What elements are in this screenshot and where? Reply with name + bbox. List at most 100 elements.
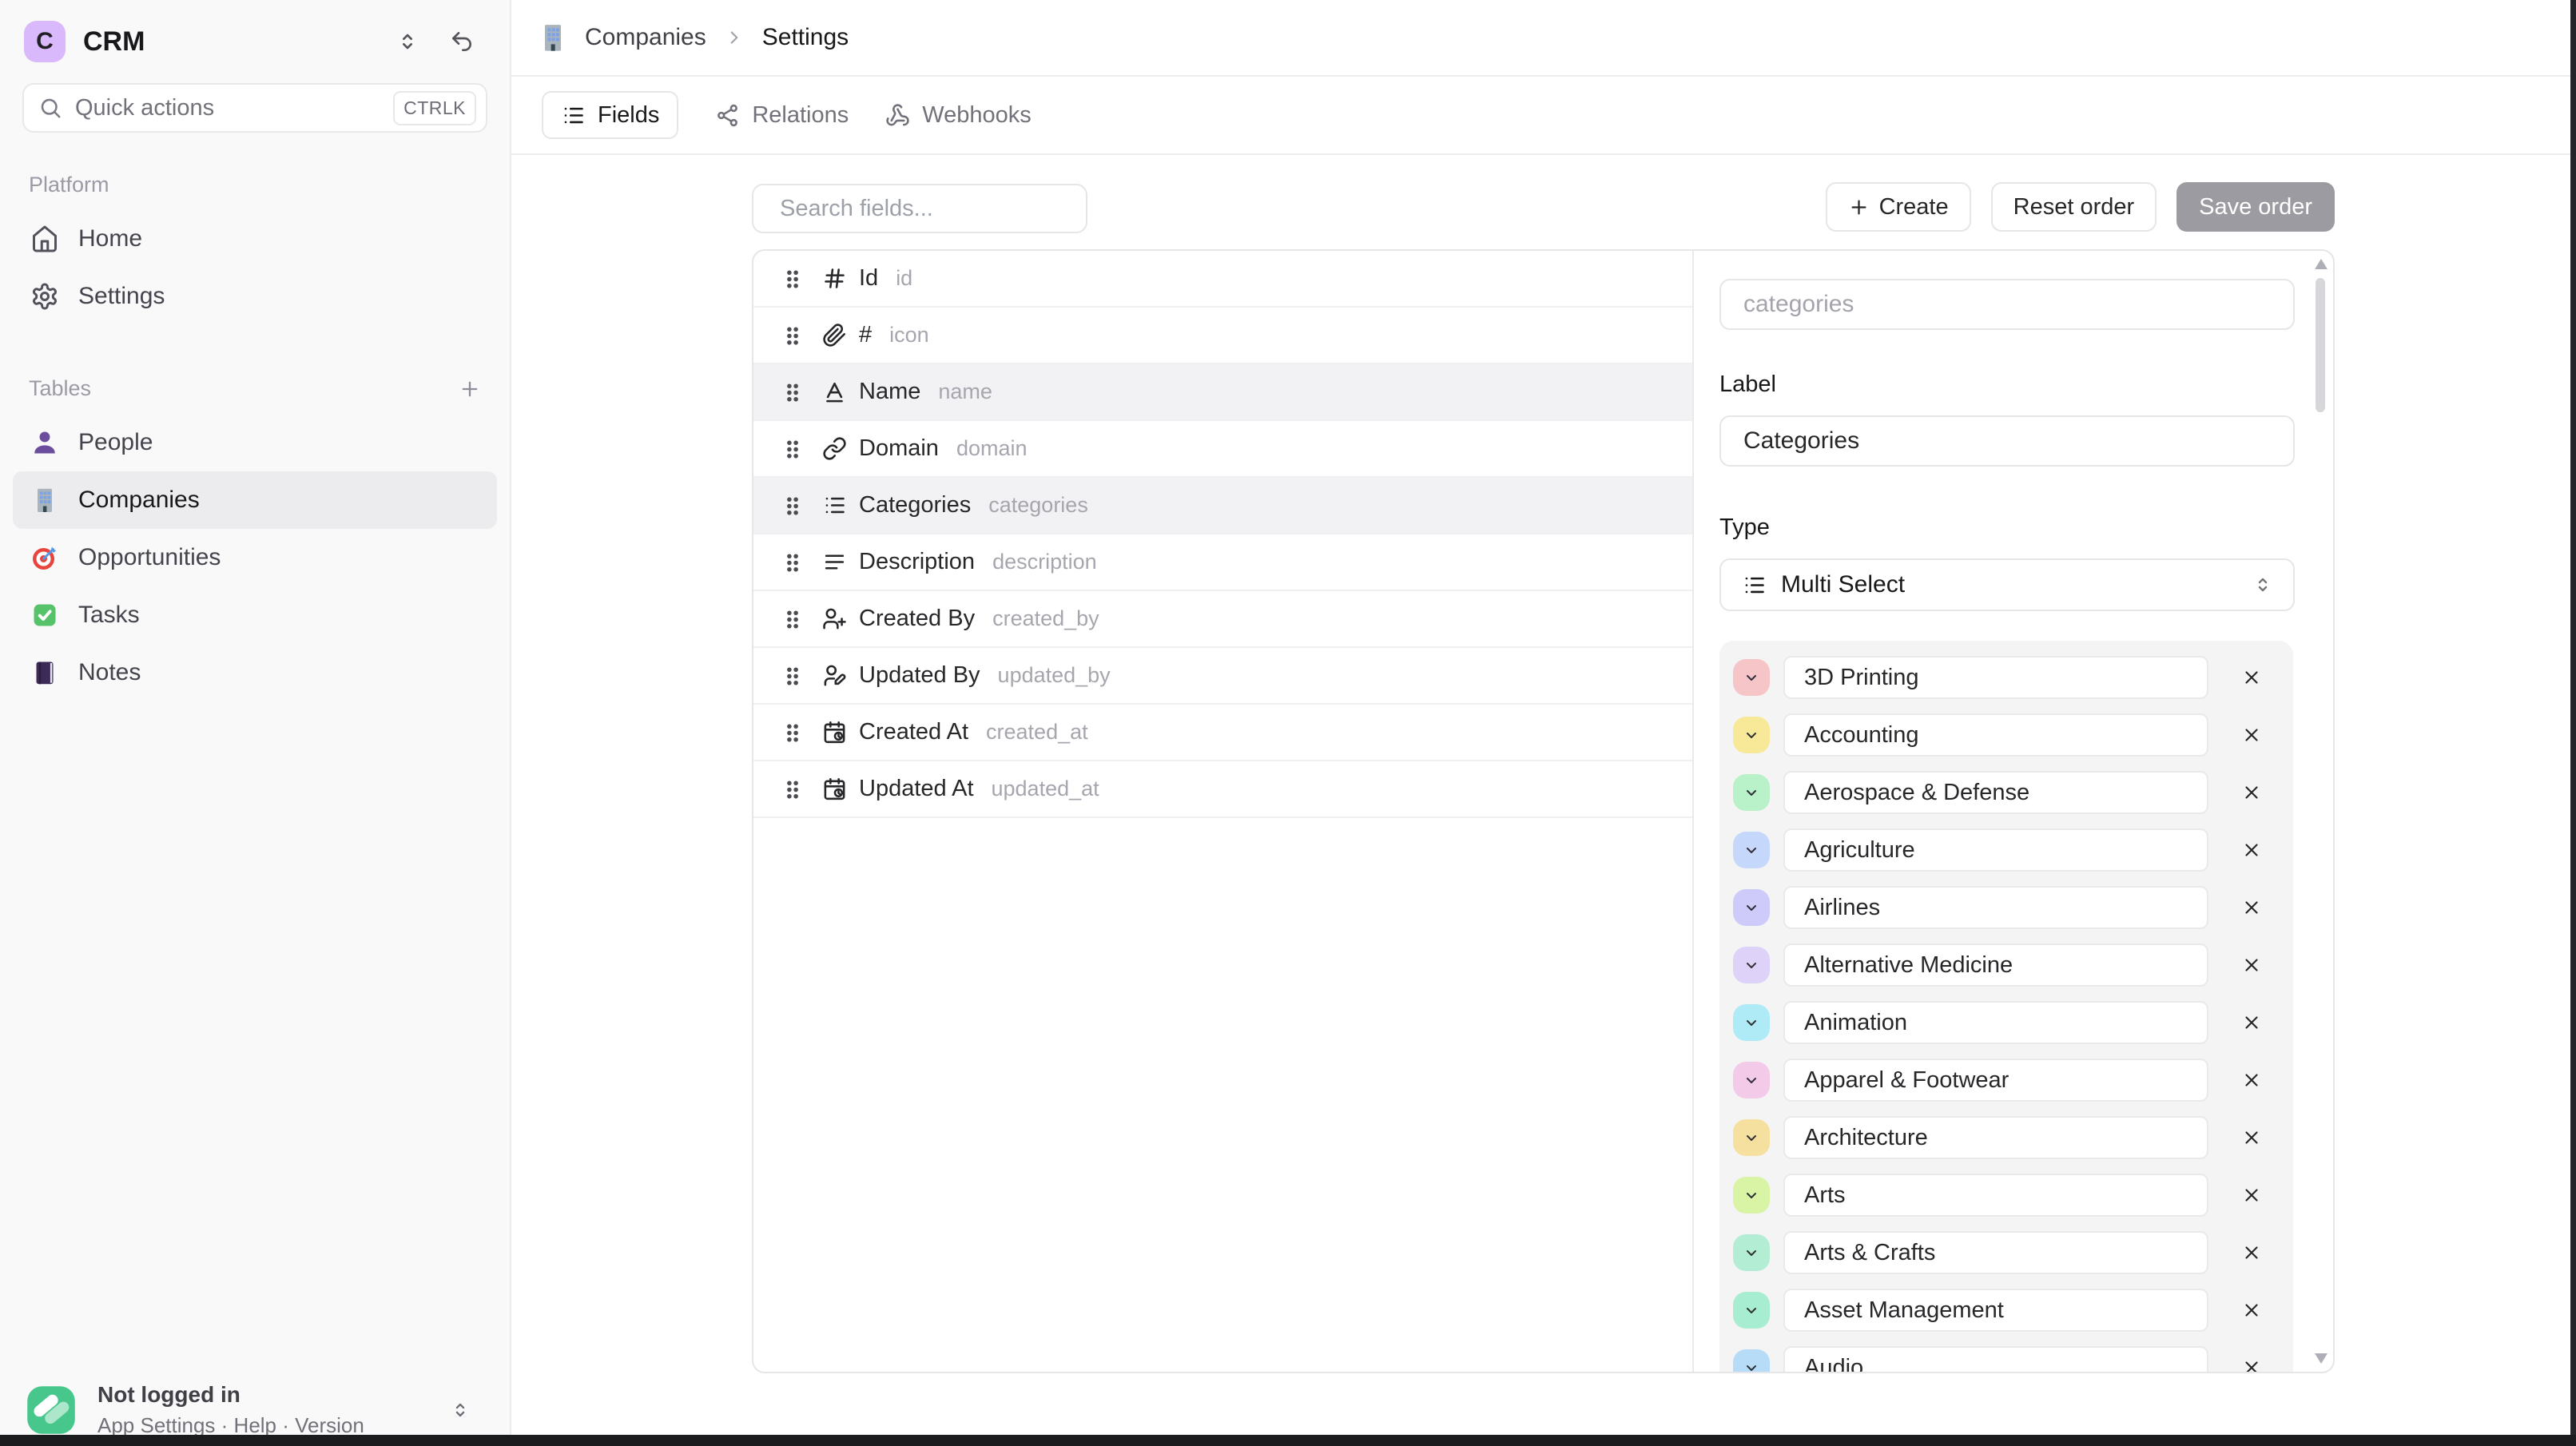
field-row[interactable]: Idid bbox=[753, 251, 1692, 308]
sidebar-item-opportunities[interactable]: Opportunities bbox=[13, 529, 497, 586]
option-color-button[interactable] bbox=[1733, 1177, 1770, 1214]
option-name-input[interactable] bbox=[1783, 1231, 2208, 1274]
remove-option-button[interactable] bbox=[2238, 664, 2265, 691]
fields-toolbar: Create Reset order Save order bbox=[511, 155, 2576, 248]
sidebar-item-companies[interactable]: Companies bbox=[13, 471, 497, 529]
options-list bbox=[1719, 641, 2293, 1372]
option-color-button[interactable] bbox=[1733, 717, 1770, 753]
add-table-icon bbox=[459, 378, 481, 400]
field-row[interactable]: Updated Byupdated_by bbox=[753, 648, 1692, 705]
sidebar-item-list: Home Settings bbox=[0, 210, 510, 325]
footer-expand-icon[interactable] bbox=[449, 1399, 471, 1421]
calClock-icon bbox=[822, 777, 847, 801]
option-color-button[interactable] bbox=[1733, 1062, 1770, 1098]
field-row[interactable]: Created Atcreated_at bbox=[753, 705, 1692, 761]
scrollbar-thumb[interactable] bbox=[2316, 278, 2325, 412]
create-button[interactable]: Create bbox=[1826, 182, 1971, 232]
option-name-input[interactable] bbox=[1783, 656, 2208, 699]
option-name-input[interactable] bbox=[1783, 771, 2208, 814]
sidebar-item-people[interactable]: People bbox=[13, 414, 497, 471]
sidebar-item-settings[interactable]: Settings bbox=[13, 268, 497, 325]
search-fields-input[interactable] bbox=[780, 196, 1081, 222]
remove-option-button[interactable] bbox=[2238, 1354, 2265, 1372]
option-name-input[interactable] bbox=[1783, 1346, 2208, 1372]
remove-option-button[interactable] bbox=[2238, 951, 2265, 979]
field-row[interactable]: Domaindomain bbox=[753, 421, 1692, 478]
scroll-down-arrow[interactable] bbox=[2315, 1353, 2328, 1364]
chevron-down-icon bbox=[1742, 668, 1761, 687]
remove-option-button[interactable] bbox=[2238, 1297, 2265, 1324]
field-key: updated_by bbox=[998, 663, 1111, 688]
field-row[interactable]: Namename bbox=[753, 364, 1692, 421]
option-name-input[interactable] bbox=[1783, 828, 2208, 872]
sidebar-item-notes[interactable]: Notes bbox=[13, 644, 497, 701]
sidebar-item-label: Notes bbox=[78, 659, 141, 686]
remove-option-button[interactable] bbox=[2238, 894, 2265, 921]
remove-option-button[interactable] bbox=[2238, 1124, 2265, 1151]
type-select[interactable]: Multi Select bbox=[1719, 558, 2295, 611]
paperclip-icon bbox=[822, 323, 847, 348]
quick-actions-search[interactable]: Quick actions CTRLK bbox=[22, 83, 487, 133]
workspace-avatar[interactable]: C bbox=[24, 21, 66, 62]
option-color-button[interactable] bbox=[1733, 1234, 1770, 1271]
sidebar-item-label: Home bbox=[78, 225, 142, 252]
remove-option-button[interactable] bbox=[2238, 721, 2265, 749]
save-order-button[interactable]: Save order bbox=[2176, 182, 2335, 232]
sidebar-item-list: PeopleCompaniesOpportunitiesTasks Notes bbox=[0, 414, 510, 701]
option-color-button[interactable] bbox=[1733, 889, 1770, 926]
sidebar-item-tasks[interactable]: Tasks bbox=[13, 586, 497, 644]
chevron-down-icon bbox=[1742, 1128, 1761, 1147]
panel-scrollbar[interactable] bbox=[2314, 257, 2327, 1365]
chevron-down-icon bbox=[1742, 1301, 1761, 1320]
remove-option-button[interactable] bbox=[2238, 1009, 2265, 1036]
expand-workspace-icon[interactable] bbox=[395, 29, 420, 54]
option-color-button[interactable] bbox=[1733, 1349, 1770, 1372]
remove-option-button[interactable] bbox=[2238, 1182, 2265, 1209]
option-name-input[interactable] bbox=[1783, 1174, 2208, 1217]
option-color-button[interactable] bbox=[1733, 947, 1770, 983]
field-row[interactable]: Updated Atupdated_at bbox=[753, 761, 1692, 818]
breadcrumb-companies[interactable]: Companies bbox=[585, 24, 706, 51]
option-row bbox=[1733, 1281, 2293, 1339]
target-icon bbox=[30, 543, 59, 572]
sidebar-item-home[interactable]: Home bbox=[13, 210, 497, 268]
tab-relations[interactable]: Relations bbox=[715, 102, 849, 129]
option-name-input[interactable] bbox=[1783, 943, 2208, 987]
scroll-up-arrow[interactable] bbox=[2315, 259, 2328, 269]
option-name-input[interactable] bbox=[1783, 713, 2208, 757]
option-row bbox=[1733, 1109, 2293, 1166]
field-key: icon bbox=[889, 323, 929, 348]
remove-option-button[interactable] bbox=[2238, 779, 2265, 806]
screen-edge-right bbox=[2570, 0, 2576, 1446]
option-name-input[interactable] bbox=[1783, 1289, 2208, 1332]
user-footer[interactable]: Not logged in App Settings · Help · Vers… bbox=[24, 1382, 491, 1438]
undo-icon[interactable] bbox=[449, 29, 475, 54]
remove-option-button[interactable] bbox=[2238, 1239, 2265, 1266]
field-label-input[interactable] bbox=[1719, 415, 2295, 467]
field-row[interactable]: #icon bbox=[753, 308, 1692, 364]
reset-order-button[interactable]: Reset order bbox=[1991, 182, 2157, 232]
option-color-button[interactable] bbox=[1733, 1292, 1770, 1329]
type-heading: Type bbox=[1719, 514, 2333, 541]
option-color-button[interactable] bbox=[1733, 1004, 1770, 1041]
tab-fields[interactable]: Fields bbox=[542, 91, 678, 139]
chevron-down-icon bbox=[1742, 840, 1761, 860]
option-color-button[interactable] bbox=[1733, 774, 1770, 811]
option-color-button[interactable] bbox=[1733, 659, 1770, 696]
field-row[interactable]: Descriptiondescription bbox=[753, 534, 1692, 591]
tab-webhooks[interactable]: Webhooks bbox=[885, 102, 1032, 129]
tab-label: Fields bbox=[598, 102, 659, 129]
option-color-button[interactable] bbox=[1733, 832, 1770, 868]
option-name-input[interactable] bbox=[1783, 1001, 2208, 1044]
remove-option-button[interactable] bbox=[2238, 1067, 2265, 1094]
option-color-button[interactable] bbox=[1733, 1119, 1770, 1156]
field-row[interactable]: Categoriescategories bbox=[753, 478, 1692, 534]
field-row[interactable]: Created Bycreated_by bbox=[753, 591, 1692, 648]
section-title: Tables bbox=[29, 376, 91, 401]
option-name-input[interactable] bbox=[1783, 886, 2208, 929]
field-db-name-input[interactable] bbox=[1719, 279, 2295, 330]
option-name-input[interactable] bbox=[1783, 1059, 2208, 1102]
option-row bbox=[1733, 764, 2293, 821]
option-name-input[interactable] bbox=[1783, 1116, 2208, 1159]
remove-option-button[interactable] bbox=[2238, 836, 2265, 864]
